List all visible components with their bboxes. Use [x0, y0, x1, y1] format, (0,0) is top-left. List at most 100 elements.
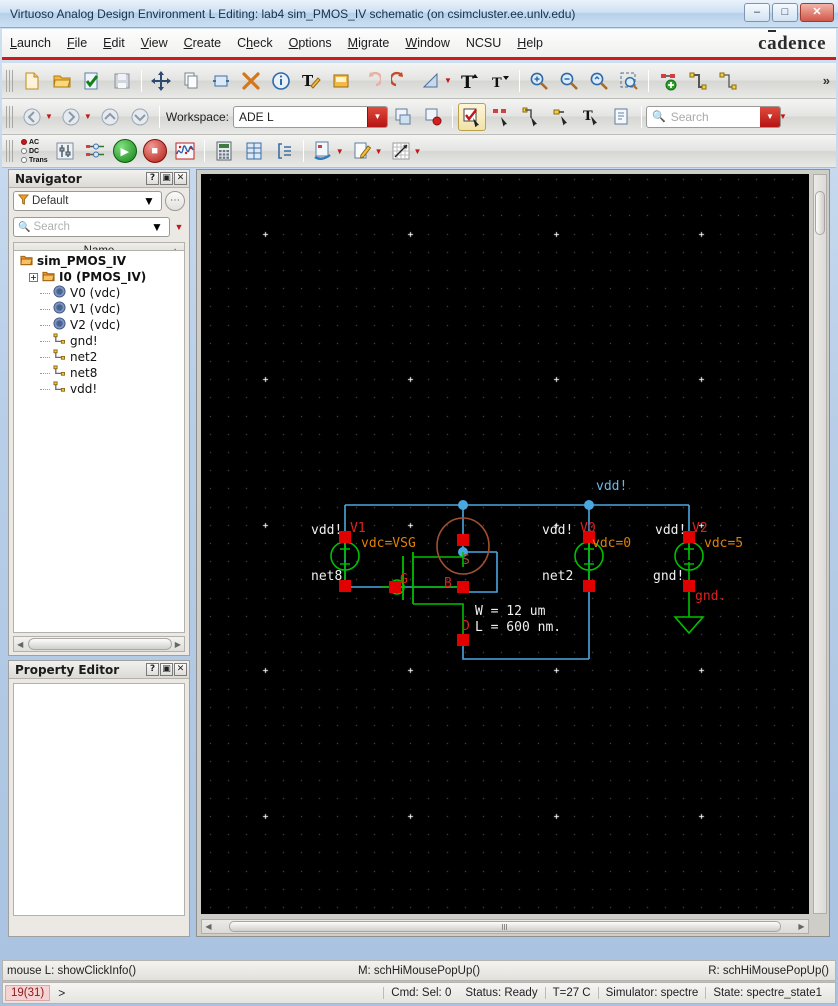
schematic-drawing[interactable]: vdd! vdd! V1vdc=VSG net8 G BS D W = 12 umL = 60… [201, 174, 809, 914]
menu-launch[interactable]: LLaunchaunch [2, 33, 59, 53]
analysis-mode-radiogroup[interactable]: AC DC Trans [21, 138, 48, 165]
tree-item-v0-vdc[interactable]: V0 (vdc) [14, 285, 184, 301]
navigator-close-button[interactable]: ✕ [174, 172, 187, 185]
zoom-area-icon[interactable] [615, 67, 643, 95]
label-icon[interactable] [327, 67, 355, 95]
netlist-icon[interactable] [81, 137, 109, 165]
minimize-button[interactable]: – [744, 3, 770, 22]
up-hierarchy-icon[interactable] [96, 103, 124, 131]
rotate-dropdown-caret[interactable]: ▼ [444, 76, 452, 85]
tree-item-sim-pmos-iv[interactable]: sim_PMOS_IV [14, 253, 184, 269]
open-folder-icon[interactable] [48, 67, 76, 95]
run-simulation-icon[interactable]: ▶ [111, 137, 139, 165]
scrollbar-thumb[interactable] [815, 191, 825, 235]
chevron-down-icon[interactable]: ▼ [143, 194, 161, 208]
tree-item-v1-vdc[interactable]: V1 (vdc) [14, 301, 184, 317]
annotate-icon[interactable] [387, 137, 415, 165]
toolbar-overflow-button[interactable]: » [823, 73, 830, 88]
back-icon[interactable] [18, 103, 46, 131]
toolbar-grip[interactable] [6, 69, 13, 92]
save-icon[interactable] [108, 67, 136, 95]
scroll-right-icon[interactable]: ▶ [172, 640, 184, 649]
menu-ncsu[interactable]: NCSU [458, 33, 509, 53]
tree-item-net2[interactable]: net2 [14, 349, 184, 365]
rotate-icon[interactable] [417, 67, 445, 95]
tree-item-vdd[interactable]: vdd! [14, 381, 184, 397]
new-file-icon[interactable] [18, 67, 46, 95]
navigator-tree[interactable]: sim_PMOS_IV + I0 (PMOS_IV) V0 (vdc) V1 (vdc)… [13, 250, 185, 633]
tree-item-net8[interactable]: net8 [14, 365, 184, 381]
property-editor-close-button[interactable]: ✕ [174, 663, 187, 676]
scroll-left-icon[interactable]: ◀ [14, 640, 26, 649]
menu-check[interactable]: Check [229, 33, 280, 53]
parameters-icon[interactable] [270, 137, 298, 165]
menu-window[interactable]: Window [397, 33, 457, 53]
zoom-fit-icon[interactable] [585, 67, 613, 95]
chevron-down-icon[interactable]: ▼ [366, 106, 387, 127]
check-file-icon[interactable] [78, 67, 106, 95]
scroll-right-icon[interactable]: ▶ [795, 922, 808, 931]
forward-icon[interactable] [57, 103, 85, 131]
zoom-in-icon[interactable] [525, 67, 553, 95]
delete-icon[interactable] [237, 67, 265, 95]
sliders-icon[interactable] [51, 137, 79, 165]
canvas-horizontal-scrollbar[interactable]: ◀ ▶ [201, 919, 809, 934]
command-prompt[interactable]: > [58, 986, 65, 1000]
wire-narrow-icon[interactable] [714, 67, 742, 95]
analysis-mode-dc[interactable]: DC [21, 147, 48, 156]
property-editor-undock-button[interactable]: ▣ [160, 663, 173, 676]
descend-icon[interactable] [608, 103, 636, 131]
canvas-vertical-scrollbar[interactable] [813, 174, 827, 914]
delete-workspace-icon[interactable] [419, 103, 447, 131]
search-chevron-down-icon[interactable]: ▼ [759, 106, 780, 127]
navigator-search-options-caret[interactable]: ▼ [173, 222, 185, 232]
select-pin-icon[interactable] [548, 103, 576, 131]
edit-netlist-icon[interactable] [348, 137, 376, 165]
chevron-down-icon[interactable]: ▼ [151, 220, 169, 234]
menu-options[interactable]: Options [281, 33, 340, 53]
select-text-icon[interactable]: T [578, 103, 606, 131]
toolbar-grip[interactable] [6, 140, 13, 162]
tree-item-v2-vdc[interactable]: V2 (vdc) [14, 317, 184, 333]
navigator-more-options-button[interactable]: ⋯ [165, 191, 185, 211]
navigator-help-button[interactable]: ? [146, 172, 159, 185]
tree-expander-icon[interactable]: + [29, 272, 38, 282]
workspace-select[interactable]: ADE L ▼ [232, 105, 388, 128]
property-editor-content[interactable] [13, 683, 185, 916]
navigator-filter-select[interactable]: Default ▼ [13, 191, 162, 211]
tree-item-gnd[interactable]: gnd! [14, 333, 184, 349]
down-hierarchy-icon[interactable] [126, 103, 154, 131]
edit-netlist-caret[interactable]: ▼ [375, 147, 383, 156]
plot-waveform-icon[interactable] [171, 137, 199, 165]
results-browser-icon[interactable] [240, 137, 268, 165]
save-workspace-icon[interactable] [389, 103, 417, 131]
move-icon[interactable] [147, 67, 175, 95]
copy-icon[interactable] [177, 67, 205, 95]
stretch-icon[interactable] [207, 67, 235, 95]
wire-icon[interactable] [684, 67, 712, 95]
scroll-left-icon[interactable]: ◀ [202, 922, 215, 931]
redo-icon[interactable] [387, 67, 415, 95]
search-options-caret[interactable]: ▼ [779, 112, 787, 121]
text-decrease-icon[interactable]: T [486, 67, 514, 95]
analysis-mode-trans[interactable]: Trans [21, 156, 48, 165]
annotate-caret[interactable]: ▼ [414, 147, 422, 156]
menu-migrate[interactable]: Migrate [340, 33, 398, 53]
select-instance-icon[interactable] [488, 103, 516, 131]
menu-file[interactable]: File [59, 33, 95, 53]
tree-item-i0-pmos-iv[interactable]: + I0 (PMOS_IV) [14, 269, 184, 285]
scrollbar-thumb[interactable] [28, 638, 172, 650]
netlist-output-caret[interactable]: ▼ [336, 147, 344, 156]
stop-simulation-icon[interactable]: ■ [141, 137, 169, 165]
zoom-out-icon[interactable] [555, 67, 583, 95]
edit-text-icon[interactable]: T [297, 67, 325, 95]
maximize-button[interactable]: □ [772, 3, 798, 22]
property-editor-help-button[interactable]: ? [146, 663, 159, 676]
menu-create[interactable]: Create [176, 33, 230, 53]
navigator-undock-button[interactable]: ▣ [160, 172, 173, 185]
menu-edit[interactable]: Edit [95, 33, 133, 53]
schematic-canvas[interactable]: vdd! vdd! V1 vdc=VSG net8 G B S D W = 12 um L = 60… [201, 174, 809, 914]
navigator-horizontal-scrollbar[interactable]: ◀ ▶ [13, 636, 185, 652]
menu-view[interactable]: View [133, 33, 176, 53]
select-wire-icon[interactable] [518, 103, 546, 131]
